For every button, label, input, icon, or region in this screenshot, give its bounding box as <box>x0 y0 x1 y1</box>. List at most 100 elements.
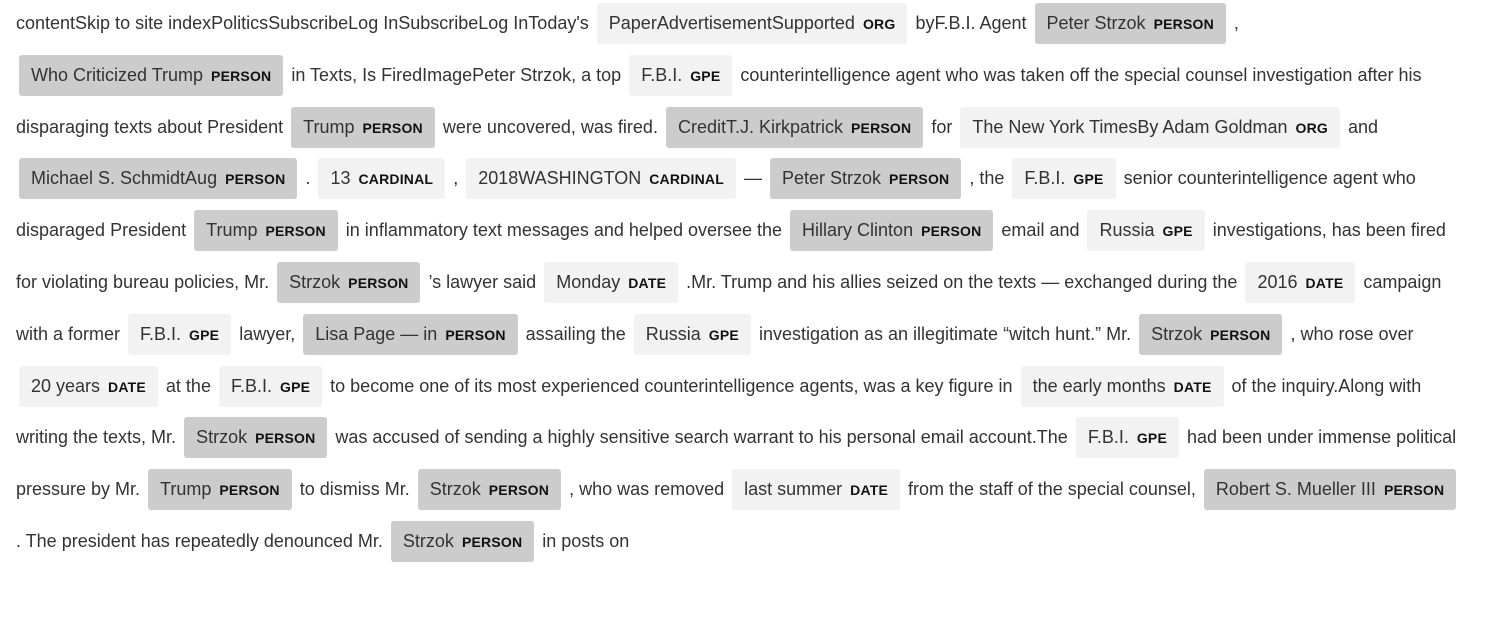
entity-label: ORG <box>862 16 896 32</box>
entity-person: Peter Strzok PERSON <box>1034 3 1226 44</box>
entity-date: 20 years DATE <box>19 365 158 407</box>
ner-document: contentSkip to site indexPoliticsSubscri… <box>0 0 1486 568</box>
entity-label: PERSON <box>851 119 912 136</box>
entity-text: 20 years <box>31 375 101 396</box>
entity-person: Strzok PERSON <box>1139 313 1283 355</box>
entity-gpe: F.B.I. GPE <box>218 365 323 407</box>
entity-text: Hillary Clinton <box>802 220 914 241</box>
text-run: were uncovered, was fired. <box>437 116 663 137</box>
text-run: investigation as an illegitimate “witch … <box>753 323 1137 344</box>
entity-text: Who Criticized Trump <box>31 64 204 85</box>
entity-label: GPE <box>279 378 311 395</box>
entity-label: PERSON <box>211 67 272 84</box>
text-run: in inflammatory text messages and helped… <box>340 220 788 241</box>
entity-gpe: F.B.I. GPE <box>629 54 733 96</box>
entity-text: 2018WASHINGTON <box>478 168 642 189</box>
entity-label: DATE <box>108 378 146 395</box>
entity-label: DATE <box>1305 274 1344 291</box>
entity-gpe: F.B.I. GPE <box>1075 417 1179 459</box>
entity-org: PaperAdvertisementSupported ORG <box>596 3 908 44</box>
text-run: . The president has repeatedly denounced… <box>16 530 388 551</box>
text-run: . <box>300 168 316 189</box>
entity-gpe: F.B.I. GPE <box>128 313 232 355</box>
entity-text: Strzok <box>1151 323 1203 344</box>
text-run: , who was removed <box>564 479 730 500</box>
entity-label: ORG <box>1295 119 1328 136</box>
entity-person: Who Criticized Trump PERSON <box>19 54 284 96</box>
text-run: , who rose over <box>1285 323 1414 344</box>
entity-label: PERSON <box>1210 326 1271 343</box>
entity-text: the early months <box>1032 375 1166 396</box>
text-run: was accused of sending a highly sensitiv… <box>330 427 1073 448</box>
entity-label: GPE <box>708 326 739 343</box>
entity-person: Michael S. SchmidtAug PERSON <box>19 158 298 200</box>
entity-label: GPE <box>1162 223 1193 240</box>
entity-text: Strzok <box>402 530 454 551</box>
text-run: .Mr. Trump and his allies seized on the … <box>681 271 1243 292</box>
entity-gpe: Russia GPE <box>1087 210 1205 252</box>
entity-text: Strzok <box>289 271 341 292</box>
entity-org: The New York TimesBy Adam Goldman ORG <box>960 106 1340 148</box>
entity-text: The New York TimesBy Adam Goldman <box>972 116 1288 137</box>
text-run: contentSkip to site indexPoliticsSubscri… <box>16 13 594 33</box>
entity-text: Russia <box>645 323 701 344</box>
entity-cardinal: 2018WASHINGTON CARDINAL <box>466 158 736 200</box>
text-run: to dismiss Mr. <box>294 479 415 500</box>
text-run: , <box>448 168 464 189</box>
entity-date: last summer DATE <box>732 469 901 511</box>
entity-label: DATE <box>850 482 889 499</box>
entity-person: Trump PERSON <box>291 106 435 148</box>
entity-person: CreditT.J. Kirkpatrick PERSON <box>665 106 924 148</box>
text-run: byF.B.I. Agent <box>910 13 1032 33</box>
entity-label: GPE <box>690 67 721 84</box>
text-run: email and <box>996 220 1085 241</box>
entity-label: PERSON <box>348 274 409 291</box>
entity-cardinal: 13 CARDINAL <box>318 158 446 200</box>
entity-label: CARDINAL <box>358 171 434 188</box>
entity-label: PERSON <box>445 326 506 343</box>
entity-label: CARDINAL <box>649 171 724 188</box>
text-run: — <box>738 168 767 189</box>
entity-date: Monday DATE <box>544 261 679 303</box>
text-run: to become one of its most experienced co… <box>325 375 1018 396</box>
entity-text: PaperAdvertisementSupported <box>608 13 855 33</box>
entity-text: Russia <box>1099 220 1155 241</box>
entity-text: Peter Strzok <box>1046 13 1146 33</box>
entity-text: Strzok <box>429 479 481 500</box>
entity-label: PERSON <box>219 482 280 499</box>
entity-person: Robert S. Mueller III PERSON <box>1203 469 1457 511</box>
text-run: and <box>1342 116 1379 137</box>
text-run: from the staff of the special counsel, <box>903 479 1201 500</box>
entity-text: Trump <box>160 479 212 500</box>
text-run: assailing the <box>520 323 631 344</box>
text-run: in Texts, Is FiredImagePeter Strzok, a t… <box>286 64 627 85</box>
entity-text: 2016 <box>1257 271 1298 292</box>
entity-text: Trump <box>303 116 355 137</box>
entity-label: DATE <box>1173 378 1212 395</box>
text-run: , <box>1228 13 1239 33</box>
entity-gpe: F.B.I. GPE <box>1012 158 1116 200</box>
entity-text: Trump <box>206 220 258 241</box>
entity-label: PERSON <box>461 533 523 550</box>
entity-text: F.B.I. <box>230 375 272 396</box>
entity-label: PERSON <box>1383 482 1445 499</box>
entity-label: PERSON <box>889 171 950 188</box>
text-run: lawyer, <box>234 323 301 344</box>
entity-text: Robert S. Mueller III <box>1215 479 1376 500</box>
entity-person: Strzok PERSON <box>390 520 535 562</box>
entity-text: 13 <box>330 168 351 189</box>
entity-text: Michael S. SchmidtAug <box>31 168 218 189</box>
entity-text: Strzok <box>196 427 248 448</box>
entity-text: CreditT.J. Kirkpatrick <box>677 116 843 137</box>
entity-label: PERSON <box>1153 16 1214 32</box>
entity-person: Strzok PERSON <box>277 261 421 303</box>
entity-text: F.B.I. <box>1024 168 1066 189</box>
entity-person: Strzok PERSON <box>417 469 562 511</box>
text-run: at the <box>160 375 216 396</box>
entity-label: PERSON <box>362 119 423 136</box>
entity-text: F.B.I. <box>641 64 683 85</box>
entity-person: Strzok PERSON <box>184 417 328 459</box>
text-run: ’s lawyer said <box>423 271 542 292</box>
entity-label: PERSON <box>255 430 316 447</box>
entity-person: Trump PERSON <box>194 210 338 252</box>
